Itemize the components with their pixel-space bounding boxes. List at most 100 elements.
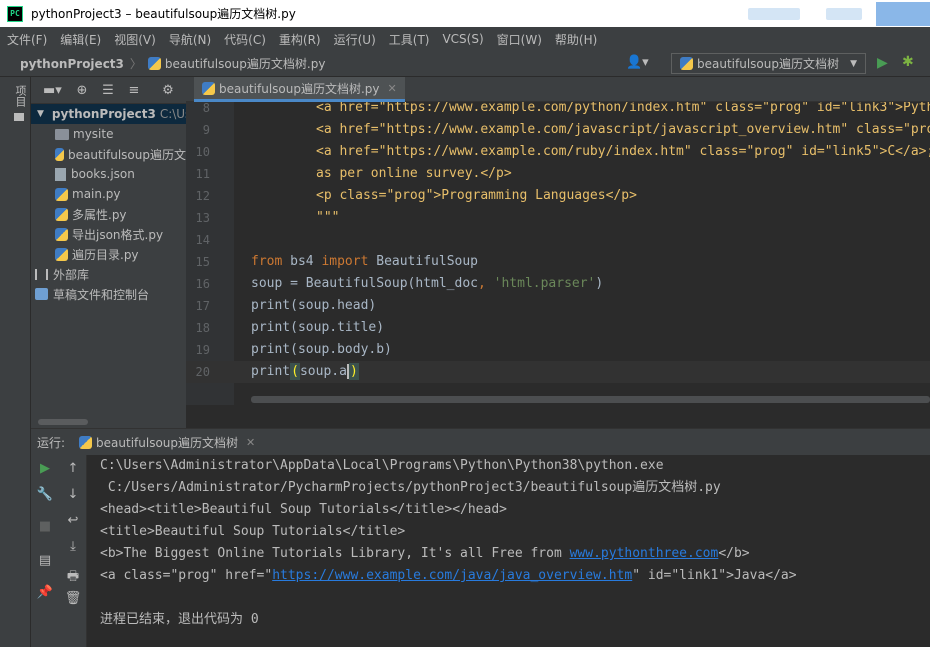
tree-item[interactable]: 多属性.py <box>31 204 186 224</box>
python-file-icon <box>55 207 68 221</box>
console-text: 进程已结束，退出代码为 0 <box>100 612 259 627</box>
debug-bug-icon[interactable]: ✱ <box>902 54 914 70</box>
tree-item[interactable]: main.py <box>31 184 186 204</box>
trash-icon[interactable]: 🗑 <box>59 591 87 606</box>
print-icon[interactable]: 🖶 <box>59 567 87 589</box>
menu-item[interactable]: 重构(R) <box>279 31 321 48</box>
line-number: 15 <box>195 255 210 269</box>
console-text: " id="link1">Java</a> <box>632 568 797 583</box>
menu-item[interactable]: VCS(S) <box>442 32 483 46</box>
folder-view-icon[interactable]: ▬▾ <box>43 83 62 98</box>
breadcrumb-project[interactable]: pythonProject3 <box>20 57 124 71</box>
code-token: print(soup.head) <box>251 298 377 313</box>
expand-all-icon[interactable]: ☰ <box>101 83 115 98</box>
pycharm-logo-icon: PC <box>7 5 23 22</box>
python-file-icon <box>55 227 68 241</box>
window-control-blurred[interactable] <box>876 2 930 26</box>
tab-beautifulsoup-file[interactable]: beautifulsoup遍历文档树.py ✕ <box>194 77 405 102</box>
window-control-blurred[interactable] <box>748 8 800 20</box>
menu-item[interactable]: 编辑(E) <box>60 31 101 48</box>
tree-item[interactable]: books.json <box>31 164 186 184</box>
console-line: C:/Users/Administrator/PycharmProjects/p… <box>100 477 721 499</box>
menu-item[interactable]: 运行(U) <box>334 31 376 48</box>
stop-icon[interactable]: ■ <box>31 519 59 534</box>
project-tool-window-tab[interactable]: 项目 <box>12 85 28 107</box>
python-icon <box>79 435 93 449</box>
soft-wrap-icon[interactable]: ↩ <box>59 513 87 528</box>
code-token: <a href="https://www.example.com/python/… <box>316 102 930 115</box>
line-number: 16 <box>195 277 210 291</box>
run-tab-label: beautifulsoup遍历文档树 <box>96 435 239 450</box>
tree-item[interactable]: beautifulsoup遍历文 <box>31 144 186 164</box>
menu-item[interactable]: 视图(V) <box>114 31 156 48</box>
code-text: print(soup.head) <box>251 295 376 317</box>
code-line: 11 as per online survey.</p> <box>186 163 930 185</box>
user-menu-icon[interactable]: 👤▾ <box>626 55 649 70</box>
code-line: 14 <box>186 229 930 251</box>
pin-icon[interactable]: 📌 <box>31 585 59 600</box>
code-token: bs4 <box>282 254 322 269</box>
code-token: from <box>251 254 283 269</box>
python-file-icon <box>55 247 68 261</box>
console-text: <title>Beautiful Soup Tutorials</title> <box>100 524 406 539</box>
tree-item-label: mysite <box>73 127 114 141</box>
code-token: """ <box>316 210 340 225</box>
tree-root-row[interactable]: ▼ pythonProject3 C:\Use <box>31 104 186 124</box>
tree-item[interactable]: mysite <box>31 124 186 144</box>
code-token: BeautifulSoup <box>368 254 478 269</box>
expand-arrow-icon[interactable]: ▼ <box>37 109 44 119</box>
run-console-output[interactable]: C:\Users\Administrator\AppData\Local\Pro… <box>88 455 930 647</box>
console-text: C:/Users/Administrator/PycharmProjects/p… <box>100 480 721 495</box>
code-token: ( <box>290 363 300 380</box>
run-button[interactable]: ▶ <box>877 55 888 71</box>
code-line: 10 <a href="https://www.example.com/ruby/… <box>186 141 930 163</box>
scroll-to-end-icon[interactable]: ⤓ <box>59 539 87 554</box>
collapse-all-icon[interactable]: ≡ <box>127 83 141 98</box>
menu-item[interactable]: 窗口(W) <box>497 31 542 48</box>
close-icon[interactable]: ✕ <box>388 82 397 95</box>
arrow-up-icon[interactable]: ↑ <box>59 461 87 476</box>
code-text: print(soup.title) <box>251 317 384 339</box>
scratches-item[interactable]: 草稿文件和控制台 <box>31 284 186 304</box>
arrow-down-icon[interactable]: ↓ <box>59 487 87 502</box>
console-text: <a class="prog" href=" <box>100 568 273 583</box>
console-line: <head><title>Beautiful Soup Tutorials</t… <box>100 499 507 521</box>
menu-item[interactable]: 导航(N) <box>169 31 211 48</box>
run-configuration-select[interactable]: beautifulsoup遍历文档树 ▼ <box>671 53 866 74</box>
layout-icon[interactable]: ▤ <box>31 553 59 568</box>
run-tab[interactable]: beautifulsoup遍历文档树 ✕ <box>79 434 255 451</box>
close-icon[interactable]: ✕ <box>246 436 255 449</box>
gear-icon[interactable]: ⚙ <box>161 83 175 98</box>
horizontal-scrollbar[interactable] <box>38 419 88 425</box>
menu-bar: 文件(F) 编辑(E) 视图(V) 导航(N) 代码(C) 重构(R) 运行(U) 工具(T)… <box>0 27 930 51</box>
locate-target-icon[interactable]: ⊕ <box>75 83 89 98</box>
external-libraries-item[interactable]: 外部库 <box>31 264 186 284</box>
console-line: C:\Users\Administrator\AppData\Local\Pro… <box>100 455 664 477</box>
line-number: 19 <box>195 343 210 357</box>
console-link[interactable]: www.pythonthree.com <box>570 546 719 561</box>
tree-item[interactable]: 导出json格式.py <box>31 224 186 244</box>
menu-item[interactable]: 文件(F) <box>7 31 47 48</box>
python-icon <box>680 57 693 70</box>
left-tool-stripe: 项目 <box>0 77 31 647</box>
console-text: C:\Users\Administrator\AppData\Local\Pro… <box>100 458 664 473</box>
editor-horizontal-scrollbar[interactable] <box>251 396 930 403</box>
tree-item-label: main.py <box>72 187 121 201</box>
menu-item[interactable]: 帮助(H) <box>555 31 597 48</box>
wrench-icon[interactable]: 🔧 <box>31 487 59 502</box>
console-link[interactable]: https://www.example.com/java/java_overvi… <box>272 568 632 583</box>
tree-item[interactable]: 遍历目录.py <box>31 244 186 264</box>
menu-item[interactable]: 工具(T) <box>389 31 430 48</box>
title-bar: PC pythonProject3 – beautifulsoup遍历文档树.p… <box>0 0 930 27</box>
menu-item[interactable]: 代码(C) <box>224 31 266 48</box>
breadcrumb-file[interactable]: beautifulsoup遍历文档树.py <box>147 55 325 72</box>
external-libraries-item-label: 外部库 <box>53 267 90 282</box>
code-editor[interactable]: 8 <a href="https://www.example.com/python… <box>186 102 930 405</box>
editor-tabs: beautifulsoup遍历文档树.py ✕ <box>186 77 930 102</box>
code-line: 20 print(soup.a) <box>186 361 930 383</box>
run-panel-header: 运行: beautifulsoup遍历文档树 ✕ <box>31 429 930 455</box>
window-control-blurred[interactable] <box>826 8 862 20</box>
rerun-icon[interactable]: ▶ <box>31 461 59 476</box>
structure-tool-icon[interactable] <box>14 113 24 121</box>
python-file-icon <box>55 187 68 201</box>
